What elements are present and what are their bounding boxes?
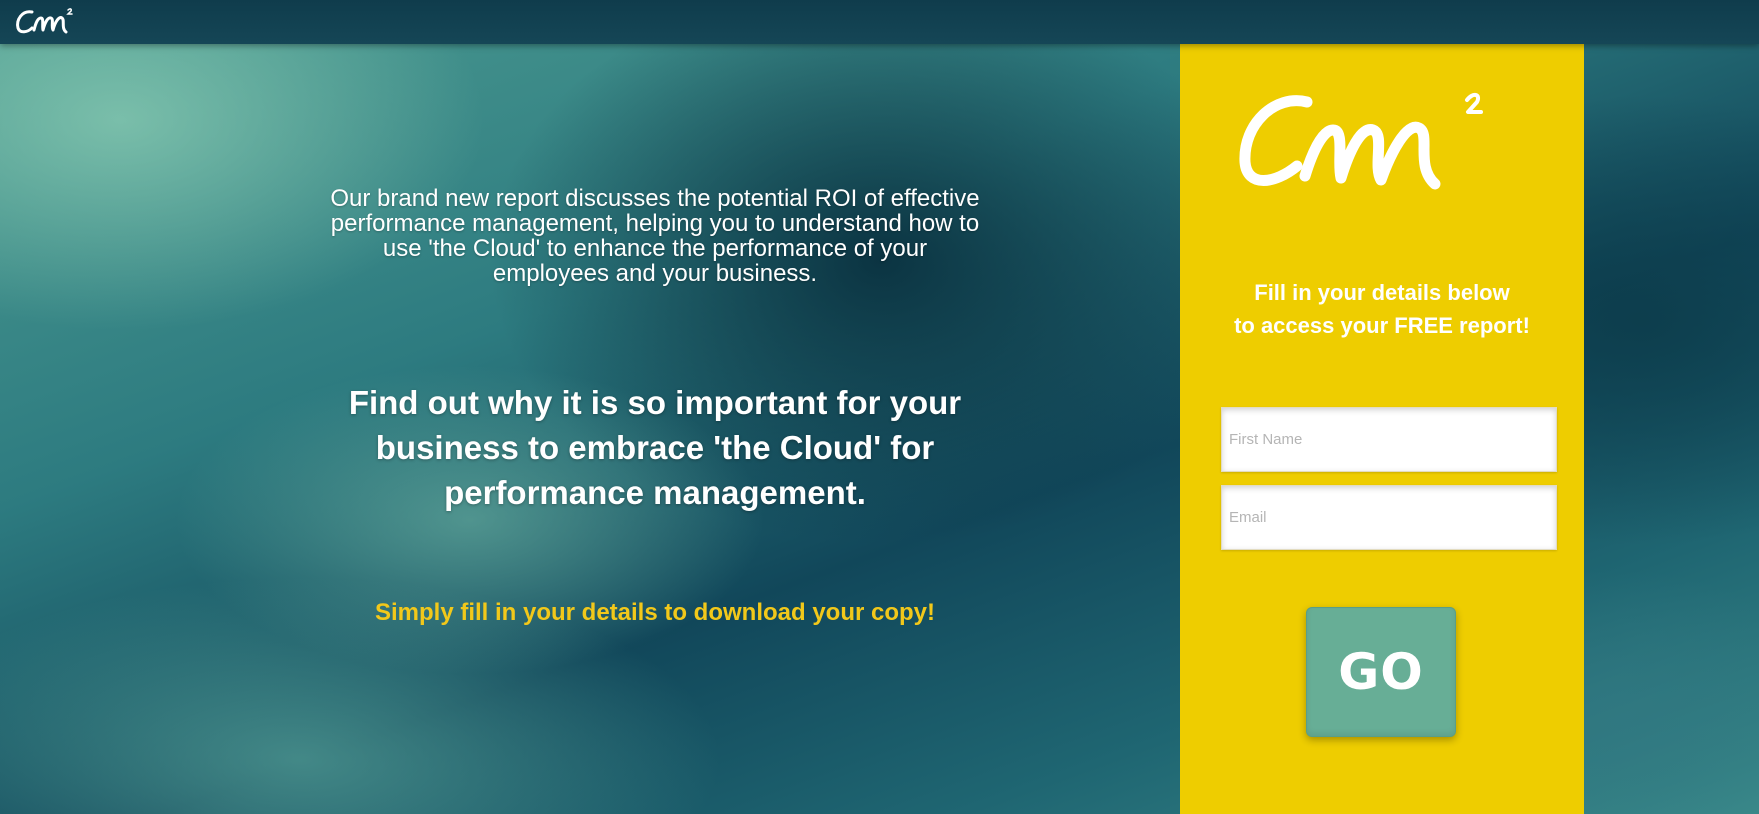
email-input[interactable] [1221,485,1557,550]
landing-page: Our brand new report discusses the poten… [0,0,1759,814]
intro-text: Our brand new report discusses the poten… [330,185,980,287]
go-button[interactable]: GO [1306,607,1456,737]
brand-logo-small[interactable] [14,4,84,38]
signup-panel: Fill in your details below to access you… [1180,44,1584,814]
top-bar [0,0,1759,44]
brand-logo-large [1239,93,1483,190]
form-heading: Fill in your details below to access you… [1180,276,1584,342]
form-heading-line-1: Fill in your details below [1254,280,1510,305]
cta-text: Simply fill in your details to download … [374,599,936,626]
headline: Find out why it is so important for your… [348,384,962,511]
form-heading-line-2: to access your FREE report! [1234,313,1530,338]
first-name-input[interactable] [1221,407,1557,472]
